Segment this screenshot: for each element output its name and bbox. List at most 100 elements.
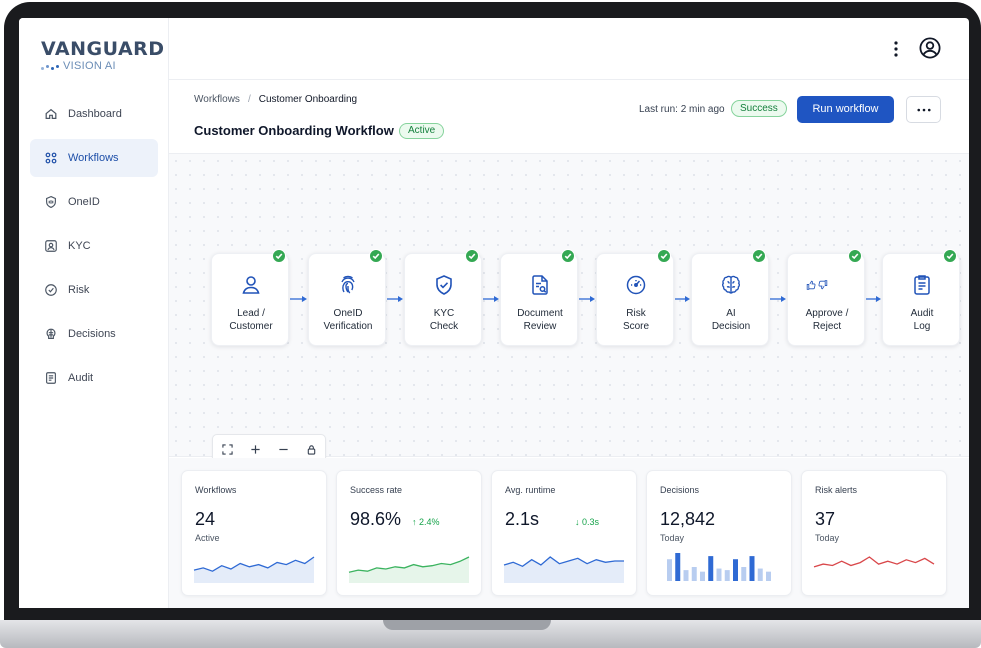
page-title: Customer Onboarding Workflow bbox=[194, 123, 394, 138]
spark-bar bbox=[700, 571, 705, 581]
spark-bar bbox=[766, 571, 771, 581]
step-label-line1: Lead / bbox=[237, 308, 265, 319]
spark-bar bbox=[716, 568, 722, 581]
person-card-icon bbox=[44, 239, 58, 253]
home-icon bbox=[44, 107, 58, 121]
check-icon bbox=[657, 249, 671, 263]
page-header: Workflows / Customer Onboarding Customer… bbox=[169, 80, 969, 154]
stat-value: 37 bbox=[815, 509, 836, 529]
workflow-step-kyc-check[interactable]: KYC Check bbox=[404, 249, 482, 346]
bar-sparkline-chart bbox=[667, 553, 771, 581]
workflow-step-audit-log[interactable]: Audit Log bbox=[882, 249, 960, 346]
sidebar-item-label: OneID bbox=[68, 196, 100, 208]
breadcrumb-separator: / bbox=[247, 94, 251, 105]
stat-value: 2.1s bbox=[505, 509, 540, 529]
step-label-line2: Log bbox=[913, 321, 931, 332]
step-label-line1: Audit bbox=[910, 308, 934, 319]
step-label: OneID Verification bbox=[311, 307, 385, 333]
spark-bar bbox=[733, 559, 738, 581]
spark-bar bbox=[724, 570, 730, 581]
spark-bar bbox=[675, 553, 681, 581]
sidebar: VANGUARD VISION AI Dashboard Workflows O… bbox=[19, 18, 169, 608]
workflow-step-oneid-verification[interactable]: OneID Verification bbox=[308, 249, 386, 346]
stat-value: 24 bbox=[195, 509, 216, 529]
sidebar-item-label: Risk bbox=[68, 284, 90, 296]
step-label-line2: Customer bbox=[229, 321, 273, 332]
workflow-step-risk-score[interactable]: Risk Score bbox=[596, 249, 674, 346]
step-label: Approve / Reject bbox=[790, 307, 864, 333]
breadcrumb-workflows[interactable]: Workflows bbox=[194, 94, 240, 105]
step-label-line2: Review bbox=[523, 321, 557, 332]
more-options-button[interactable] bbox=[906, 96, 941, 123]
step-label-line2: Verification bbox=[323, 321, 373, 332]
brain-icon bbox=[44, 327, 58, 341]
app-screen: VANGUARD VISION AI Dashboard Workflows O… bbox=[19, 18, 969, 608]
thumbs-up-down-icon bbox=[805, 273, 849, 297]
connector-arrow bbox=[483, 296, 499, 302]
connector-arrow bbox=[770, 296, 786, 302]
stat-card-success-rate[interactable]: Success rate 98.6% ↑ 2.4% bbox=[336, 470, 482, 596]
stat-delta: ↓ 0.3s bbox=[575, 517, 600, 527]
sidebar-item-risk[interactable]: Risk bbox=[30, 271, 158, 309]
run-workflow-button[interactable]: Run workflow bbox=[797, 96, 894, 123]
step-label-line2: Check bbox=[429, 321, 459, 332]
fingerprint-icon bbox=[336, 273, 360, 297]
stat-card-workflows[interactable]: Workflows 24 Active bbox=[181, 470, 327, 596]
stat-label: Avg. runtime bbox=[505, 485, 556, 495]
stat-card-avg-runtime[interactable]: Avg. runtime 2.1s ↓ 0.3s bbox=[491, 470, 637, 596]
risk-gauge-icon bbox=[44, 283, 58, 297]
spark-bar bbox=[683, 570, 689, 581]
stat-value: 98.6% bbox=[350, 509, 402, 529]
last-run-text: Last run: 2 min ago bbox=[639, 104, 725, 115]
stat-label: Success rate bbox=[350, 485, 403, 495]
stat-value: 12,842 bbox=[660, 509, 716, 529]
stat-sub: Today bbox=[815, 533, 840, 543]
spark-bar bbox=[741, 567, 747, 581]
step-label-line1: Approve / bbox=[805, 308, 849, 319]
user-avatar-icon[interactable] bbox=[919, 37, 941, 59]
workflow-step-approve-reject[interactable]: Approve / Reject bbox=[787, 249, 865, 346]
sidebar-item-dashboard[interactable]: Dashboard bbox=[30, 95, 158, 133]
step-label: AI Decision bbox=[694, 307, 768, 333]
stat-sub: Today bbox=[660, 533, 685, 543]
stat-sub: Active bbox=[195, 533, 220, 543]
stat-card-decisions[interactable]: Decisions 12,842 Today bbox=[646, 470, 792, 596]
sidebar-item-label: KYC bbox=[68, 240, 91, 252]
brand-name: VANGUARD bbox=[41, 38, 165, 60]
sidebar-item-label: Dashboard bbox=[68, 108, 122, 120]
connector-arrow bbox=[675, 296, 690, 302]
stat-card-risk-alerts[interactable]: Risk alerts 37 Today bbox=[801, 470, 947, 596]
sidebar-item-oneid[interactable]: OneID bbox=[30, 183, 158, 221]
check-icon bbox=[752, 249, 766, 263]
step-label-line1: Document bbox=[517, 308, 563, 319]
id-badge-icon bbox=[44, 195, 58, 209]
sidebar-item-audit[interactable]: Audit bbox=[30, 359, 158, 397]
sidebar-item-workflows[interactable]: Workflows bbox=[30, 139, 158, 177]
more-horizontal-icon bbox=[916, 108, 931, 111]
sidebar-item-label: Audit bbox=[68, 372, 94, 384]
workflow-step-document-review[interactable]: Document Review bbox=[500, 249, 578, 346]
sparkline-chart bbox=[503, 556, 624, 583]
workflow-canvas[interactable]: Lead / Customer OneID Verification KYC Chec… bbox=[169, 154, 969, 464]
last-run-status-badge: Success bbox=[731, 100, 787, 117]
check-icon bbox=[465, 249, 479, 263]
breadcrumb-current: Customer Onboarding bbox=[258, 94, 358, 105]
sidebar-nav: Dashboard Workflows OneID KYC Risk Decis… bbox=[30, 95, 158, 403]
workflow-step-lead-customer[interactable]: Lead / Customer bbox=[211, 249, 289, 346]
sidebar-item-decisions[interactable]: Decisions bbox=[30, 315, 158, 353]
user-icon bbox=[239, 273, 263, 297]
workflow-step-ai-decision[interactable]: AI Decision bbox=[691, 249, 769, 346]
audit-document-icon bbox=[44, 371, 58, 385]
stat-label: Risk alerts bbox=[815, 485, 858, 495]
connector-arrow bbox=[290, 296, 307, 302]
spark-bar bbox=[749, 556, 755, 581]
step-label-line1: AI bbox=[726, 308, 736, 319]
spark-bar bbox=[691, 567, 697, 581]
brand-logo: VANGUARD VISION AI bbox=[41, 38, 165, 78]
sidebar-item-kyc[interactable]: KYC bbox=[30, 227, 158, 265]
spark-bar bbox=[757, 568, 763, 581]
kebab-vertical-icon[interactable] bbox=[891, 40, 901, 58]
brain-icon bbox=[719, 273, 743, 297]
step-label: Lead / Customer bbox=[214, 307, 288, 333]
step-label-line1: OneID bbox=[333, 308, 363, 319]
